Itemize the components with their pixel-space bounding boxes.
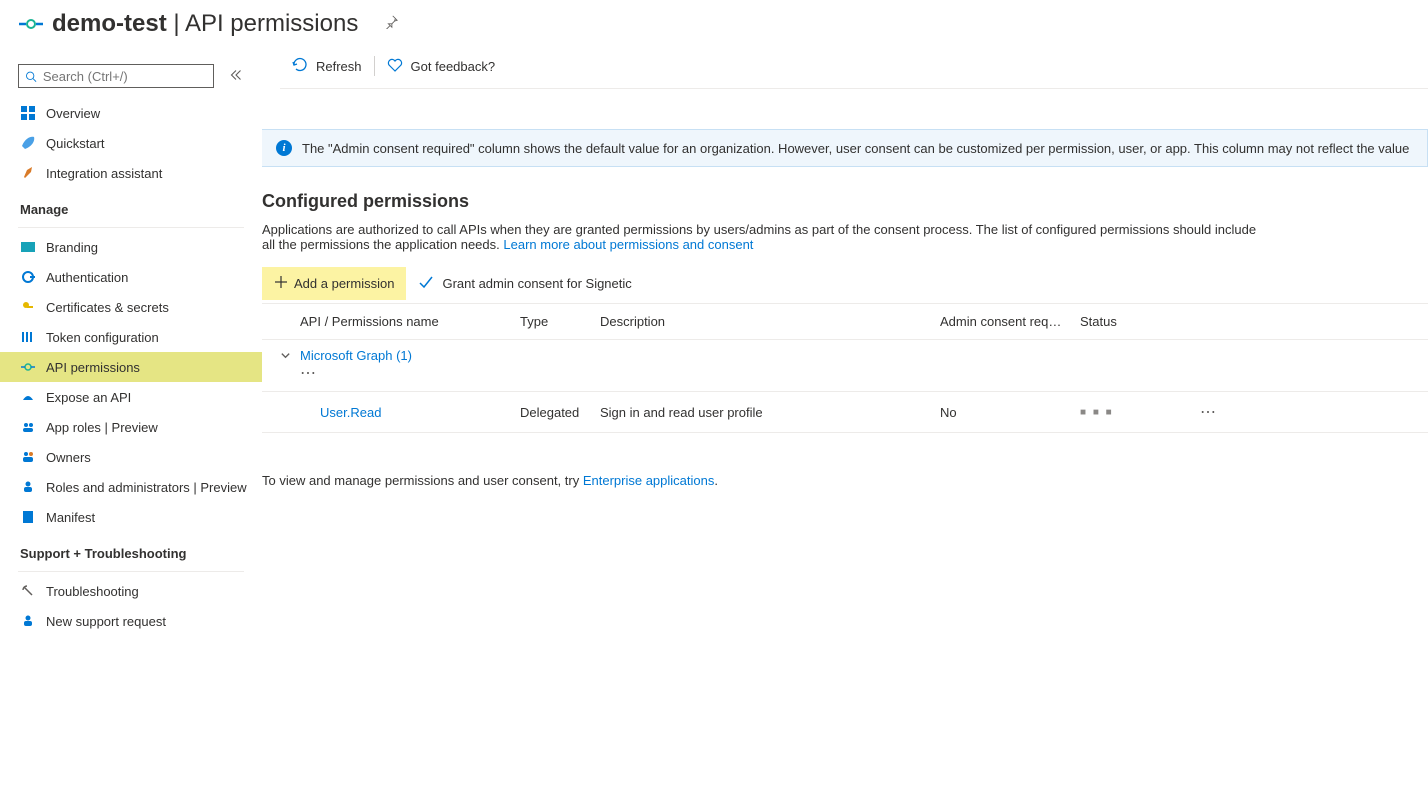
plus-icon (274, 275, 288, 292)
sidebar-item-manifest[interactable]: Manifest (0, 502, 262, 532)
sidebar-item-label: Roles and administrators | Preview (46, 480, 247, 495)
search-icon (25, 70, 37, 83)
sidebar-collapse-button[interactable] (224, 68, 248, 85)
row-more-button[interactable]: ⋯ (1200, 402, 1260, 422)
sidebar-item-troubleshooting[interactable]: Troubleshooting (0, 576, 262, 606)
footer-text: To view and manage permissions and user … (262, 473, 1262, 488)
enterprise-applications-link[interactable]: Enterprise applications (583, 473, 715, 488)
sidebar-item-label: Quickstart (46, 136, 105, 151)
page-header: demo-test | API permissions (0, 0, 1428, 44)
expose-api-icon (20, 389, 36, 405)
permission-description: Sign in and read user profile (600, 405, 940, 420)
col-desc: Description (600, 314, 940, 329)
sidebar-item-branding[interactable]: Branding (0, 232, 262, 262)
sidebar-item-label: Expose an API (46, 390, 131, 405)
feedback-label: Got feedback? (411, 59, 496, 74)
sidebar-item-api-permissions[interactable]: API permissions (0, 352, 262, 382)
permission-name[interactable]: User.Read (300, 405, 520, 420)
sidebar-item-roles-administrators[interactable]: Roles and administrators | Preview (0, 472, 262, 502)
sidebar-item-label: API permissions (46, 360, 140, 375)
col-type: Type (520, 314, 600, 329)
sidebar-item-label: Troubleshooting (46, 584, 139, 599)
check-icon (418, 274, 434, 293)
sidebar-section-support: Support + Troubleshooting (0, 532, 262, 567)
table-group-row[interactable]: Microsoft Graph (1) ⋯ (262, 340, 1428, 392)
sidebar-search[interactable] (18, 64, 214, 88)
refresh-icon (292, 57, 308, 76)
sidebar-item-label: App roles | Preview (46, 420, 158, 435)
api-permissions-icon (20, 359, 36, 375)
sidebar-section-manage: Manage (0, 188, 262, 223)
action-row: Add a permission Grant admin consent for… (262, 266, 1428, 301)
token-icon (20, 329, 36, 345)
group-more-button[interactable]: ⋯ (300, 363, 520, 383)
banner-text: The "Admin consent required" column show… (302, 141, 1413, 156)
sidebar-item-token-configuration[interactable]: Token configuration (0, 322, 262, 352)
owners-icon (20, 449, 36, 465)
add-permission-button[interactable]: Add a permission (262, 267, 406, 300)
sidebar-item-overview[interactable]: Overview (0, 98, 262, 128)
refresh-button[interactable]: Refresh (280, 57, 374, 76)
pin-icon (384, 15, 398, 29)
support-request-icon (20, 613, 36, 629)
col-status: Status (1080, 314, 1200, 329)
roles-admin-icon (20, 479, 36, 495)
permissions-table: API / Permissions name Type Description … (262, 303, 1428, 433)
sidebar-item-new-support-request[interactable]: New support request (0, 606, 262, 636)
sidebar-item-label: Token configuration (46, 330, 159, 345)
app-roles-icon (20, 419, 36, 435)
refresh-label: Refresh (316, 59, 362, 74)
col-consent: Admin consent req… (940, 314, 1080, 329)
sidebar-item-integration-assistant[interactable]: Integration assistant (0, 158, 262, 188)
quickstart-icon (20, 135, 36, 151)
sidebar-item-app-roles[interactable]: App roles | Preview (0, 412, 262, 442)
grant-admin-consent-label: Grant admin consent for Signetic (442, 276, 631, 291)
add-permission-label: Add a permission (294, 276, 394, 291)
overview-icon (20, 105, 36, 121)
sidebar-item-label: Manifest (46, 510, 95, 525)
sidebar-item-label: Authentication (46, 270, 128, 285)
pin-button[interactable] (378, 14, 404, 35)
sidebar-item-authentication[interactable]: Authentication (0, 262, 262, 292)
main-content: Refresh Got feedback? i The "Admin conse… (262, 44, 1428, 790)
info-icon: i (276, 140, 292, 156)
heart-icon (387, 57, 403, 76)
sidebar-item-owners[interactable]: Owners (0, 442, 262, 472)
authentication-icon (20, 269, 36, 285)
branding-icon (20, 239, 36, 255)
permission-consent: No (940, 405, 1080, 420)
feedback-button[interactable]: Got feedback? (375, 57, 508, 76)
sidebar-item-label: Owners (46, 450, 91, 465)
configured-permissions-heading: Configured permissions (262, 191, 1428, 212)
rocket-icon (20, 165, 36, 181)
sidebar-item-certificates-secrets[interactable]: Certificates & secrets (0, 292, 262, 322)
manifest-icon (20, 509, 36, 525)
permission-status: ■ ■ ■ (1080, 407, 1200, 418)
configured-permissions-description: Applications are authorized to call APIs… (262, 222, 1262, 252)
chevron-down-icon[interactable] (280, 350, 300, 361)
sidebar-item-label: New support request (46, 614, 166, 629)
table-row: User.Read Delegated Sign in and read use… (262, 392, 1428, 433)
sidebar: Overview Quickstart Integration assistan… (0, 44, 262, 790)
learn-more-link[interactable]: Learn more about permissions and consent (503, 237, 753, 252)
chevron-double-left-icon (230, 69, 242, 81)
search-input[interactable] (41, 68, 207, 85)
app-registration-icon (18, 11, 44, 37)
sidebar-item-label: Integration assistant (46, 166, 162, 181)
toolbar: Refresh Got feedback? (280, 44, 1428, 89)
sidebar-item-label: Branding (46, 240, 98, 255)
permission-type: Delegated (520, 405, 600, 420)
table-header: API / Permissions name Type Description … (262, 304, 1428, 340)
info-banner: i The "Admin consent required" column sh… (262, 129, 1428, 167)
col-name: API / Permissions name (300, 314, 520, 329)
sidebar-item-label: Overview (46, 106, 100, 121)
sidebar-item-quickstart[interactable]: Quickstart (0, 128, 262, 158)
page-title: demo-test | API permissions (52, 10, 358, 38)
sidebar-item-label: Certificates & secrets (46, 300, 169, 315)
grant-admin-consent-button[interactable]: Grant admin consent for Signetic (406, 266, 643, 301)
key-icon (20, 299, 36, 315)
group-label[interactable]: Microsoft Graph (1) (300, 348, 1080, 363)
sidebar-item-expose-api[interactable]: Expose an API (0, 382, 262, 412)
troubleshooting-icon (20, 583, 36, 599)
